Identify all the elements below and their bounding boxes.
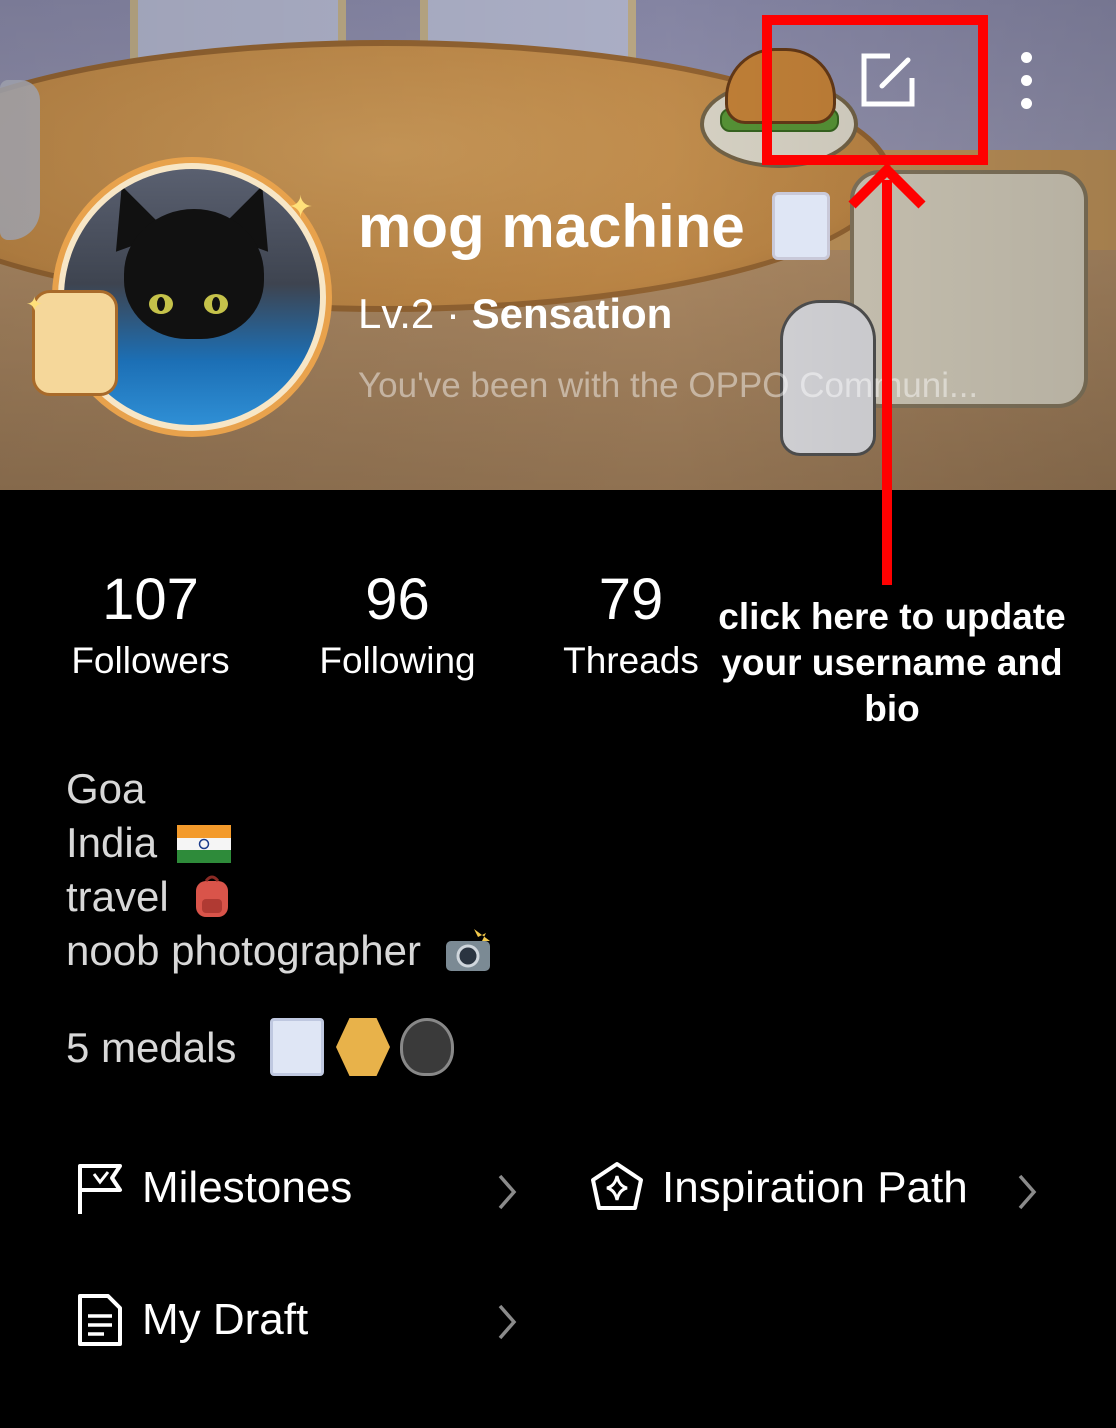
hat-medal-icon[interactable] (400, 1018, 454, 1076)
annotation-text: click here to update your username and b… (718, 596, 1066, 729)
level-badge[interactable]: Lv.2 · Sensation (358, 290, 672, 338)
inspiration-path-label: Inspiration Path (662, 1163, 968, 1212)
level-separator: · (434, 290, 472, 337)
community-tenure-text: You've been with the OPPO Communi... (358, 366, 979, 405)
annotation-highlight-box (762, 15, 988, 165)
bio-line: Goa (66, 765, 146, 812)
chevron-right-icon[interactable] (1016, 1172, 1038, 1212)
following-count: 96 (365, 567, 430, 632)
followers-label: Followers (71, 640, 230, 681)
stat-threads[interactable]: 79 Threads (556, 570, 706, 682)
menu-milestones[interactable]: Milestones (72, 1160, 352, 1216)
medals-count[interactable]: 5 medals (66, 1024, 236, 1072)
cat-photo (124, 209, 264, 339)
sparkle-icon: ✦ (26, 294, 43, 316)
chevron-right-icon[interactable] (496, 1172, 518, 1212)
threads-label: Threads (563, 640, 699, 681)
username: mog machine (358, 193, 745, 260)
flag-icon (78, 1164, 122, 1214)
document-icon (78, 1294, 122, 1346)
number-2-medal-icon[interactable] (336, 1018, 390, 1076)
following-label: Following (319, 640, 476, 681)
menu-inspiration-path[interactable]: Inspiration Path (586, 1160, 968, 1216)
sparkle-icon: ✦ (288, 191, 314, 224)
bio-line: travel (66, 870, 495, 924)
level-title: Sensation (471, 290, 673, 337)
stat-following[interactable]: 96 Following (300, 570, 495, 682)
milestones-label: Milestones (142, 1163, 353, 1212)
threads-count: 79 (598, 567, 664, 632)
camera-flash-icon (445, 929, 490, 971)
chevron-right-icon[interactable] (496, 1302, 518, 1342)
sparkle-star-icon (591, 1162, 643, 1210)
level-number: Lv.2 (358, 290, 435, 337)
menu-my-draft[interactable]: My Draft (72, 1292, 308, 1348)
followers-count: 107 (102, 567, 199, 632)
my-draft-label: My Draft (142, 1295, 309, 1344)
bio: Goa India travel noob photographer (66, 762, 495, 978)
bio-line: noob photographer (66, 924, 495, 978)
toast-mascot-icon (32, 290, 118, 396)
stat-followers[interactable]: 107 Followers (48, 570, 253, 682)
backpack-icon (196, 875, 229, 917)
india-flag-icon (176, 825, 231, 863)
duck-medal-icon[interactable] (772, 192, 830, 260)
duck-medal-icon[interactable] (270, 1018, 324, 1076)
more-vertical-icon[interactable] (1014, 52, 1038, 112)
bio-line: India (66, 816, 495, 870)
